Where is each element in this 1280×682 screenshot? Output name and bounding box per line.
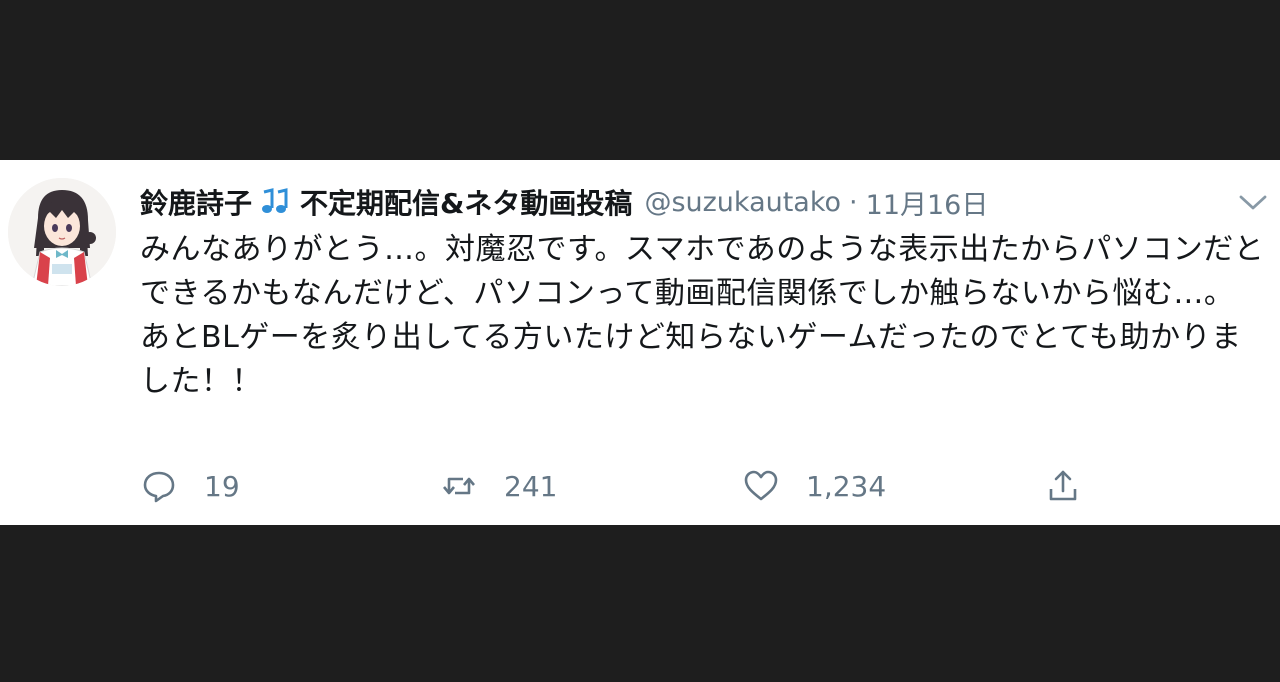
heart-icon (744, 470, 778, 501)
reply-button[interactable]: 19 (140, 460, 240, 512)
retweet-button[interactable]: 241 (440, 460, 557, 512)
tweet-header: 鈴鹿詩子 不定期配信&ネタ動画投稿 @suzukautako · 11月16日 (140, 180, 988, 224)
tweet-date[interactable]: 11月16日 (866, 183, 989, 222)
display-name[interactable]: 鈴鹿詩子 (140, 182, 252, 222)
user-handle[interactable]: @suzukautako (644, 187, 841, 218)
tweet-text: みんなありがとう…。対魔忍です。スマホであのような表示出たからパソコンだとできる… (140, 232, 1265, 399)
display-name-suffix[interactable]: 不定期配信&ネタ動画投稿 (300, 182, 632, 222)
reply-count: 19 (204, 469, 240, 503)
share-button[interactable] (1044, 460, 1082, 512)
share-icon (1049, 470, 1077, 501)
music-note-icon (256, 186, 292, 218)
reply-icon (143, 471, 175, 503)
retweet-count: 241 (504, 469, 558, 503)
tweet-actions: 19 241 1,234 (140, 460, 1100, 512)
avatar-illustration (8, 178, 116, 286)
tweet-card[interactable]: 鈴鹿詩子 不定期配信&ネタ動画投稿 @suzukautako · 11月16日 … (0, 160, 1280, 525)
avatar[interactable] (8, 178, 116, 286)
letterbox-bottom (0, 525, 1280, 682)
like-count: 1,234 (806, 469, 887, 503)
retweet-icon (443, 477, 475, 495)
letterbox-top (0, 0, 1280, 160)
like-button[interactable]: 1,234 (742, 460, 886, 512)
chevron-down-icon[interactable] (1236, 190, 1270, 214)
header-separator: · (849, 186, 858, 218)
